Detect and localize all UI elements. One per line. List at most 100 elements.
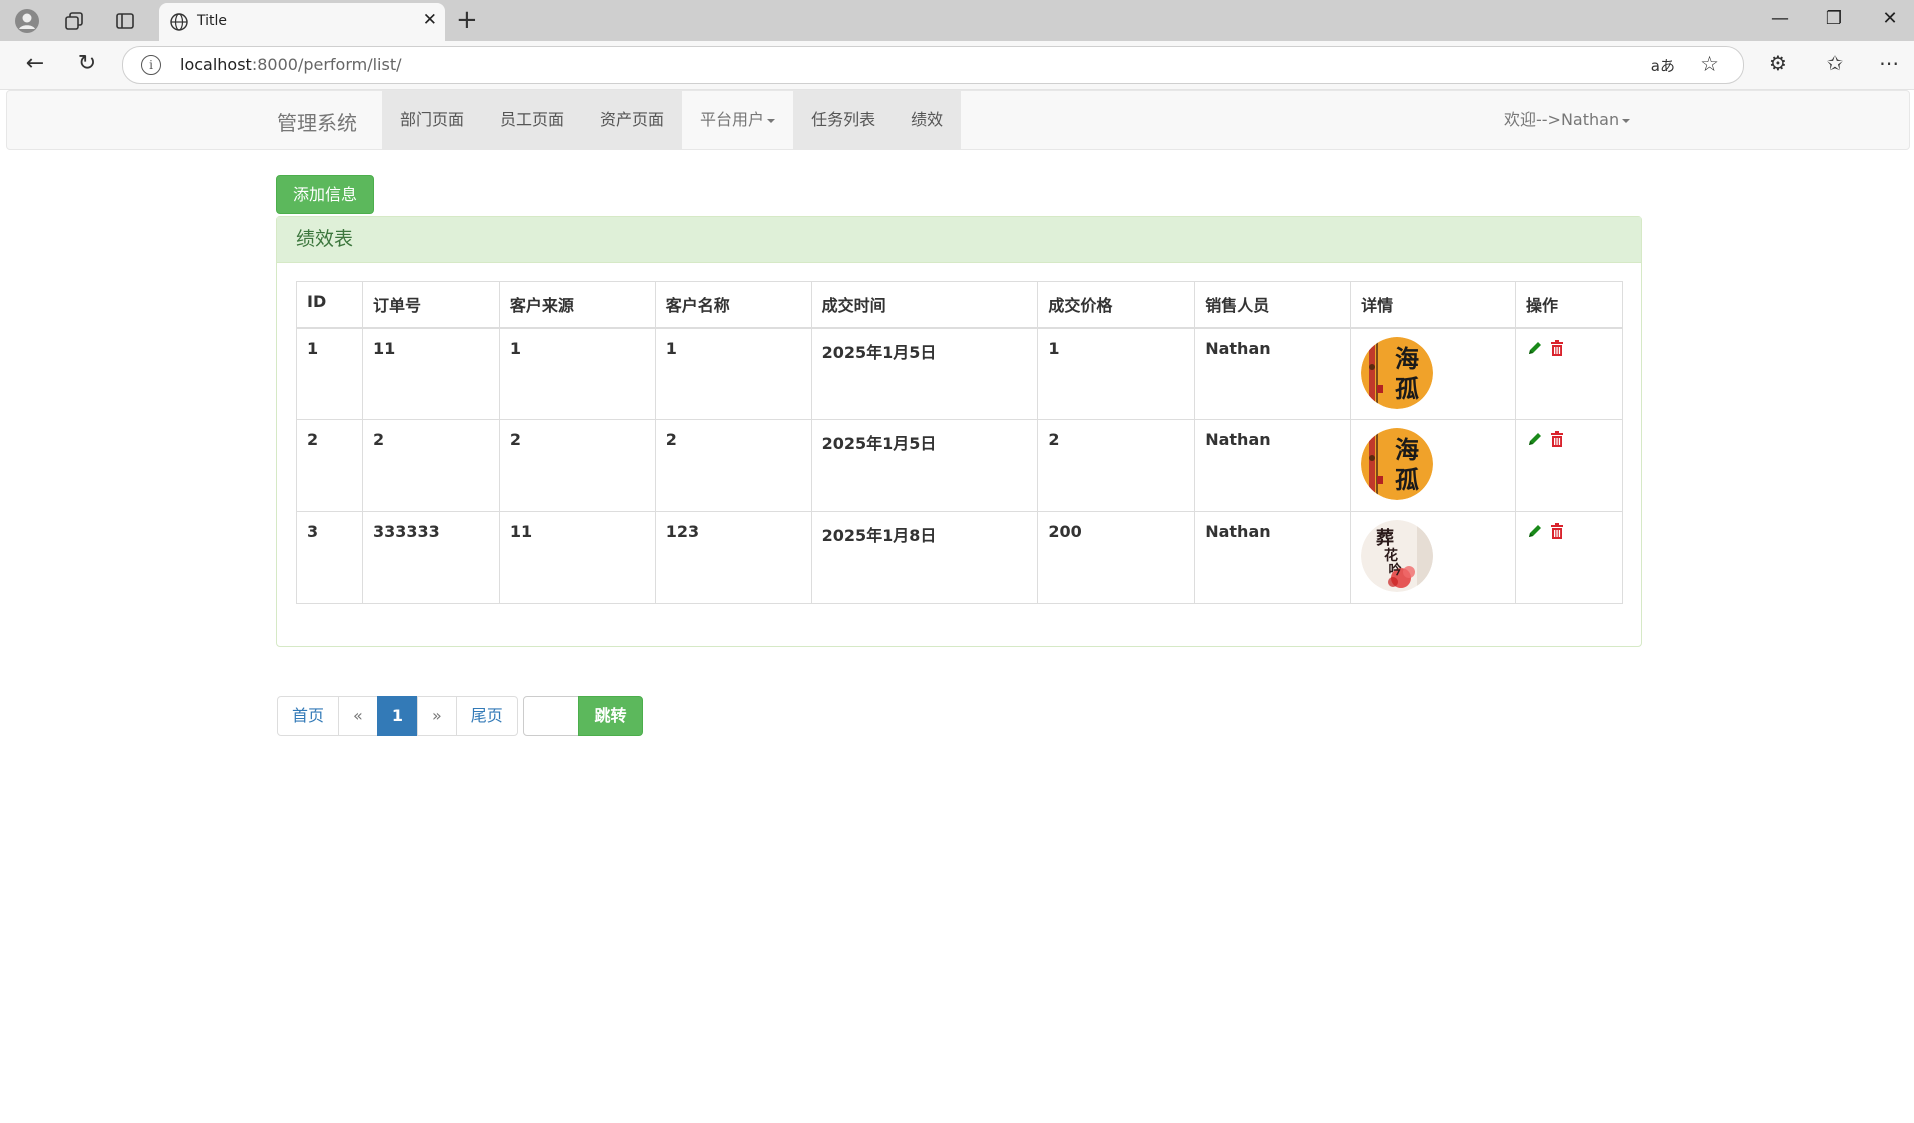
table-row: 2 2 2 2 2025年1月5日 2 Nathan 海 孤 xyxy=(296,419,1623,512)
collections-icon[interactable] xyxy=(59,6,89,36)
avatar-text: 孤 xyxy=(1395,374,1419,403)
cell-detail: 海 孤 xyxy=(1350,419,1516,512)
cell-deal-time: 2025年1月5日 xyxy=(810,327,1039,420)
performance-panel: 绩效表 ID 订单号 客户来源 客户名称 成交时间 成交价格 销售人员 详情 操… xyxy=(276,216,1642,647)
refresh-icon[interactable]: ↻ xyxy=(72,51,102,76)
cell-order-no: 333333 xyxy=(361,511,500,604)
back-icon[interactable]: ← xyxy=(20,51,50,76)
globe-icon xyxy=(170,13,188,31)
page-prev-link[interactable]: « xyxy=(338,696,378,736)
avatar-text: 孤 xyxy=(1395,465,1419,494)
table-header-row: ID 订单号 客户来源 客户名称 成交时间 成交价格 销售人员 详情 操作 xyxy=(296,281,1623,329)
nav-item-employees[interactable]: 员工页面 xyxy=(482,91,583,149)
cell-source: 2 xyxy=(498,419,656,512)
app-navbar: 管理系统 部门页面 员工页面 资产页面 平台用户 任务列表 绩效 欢迎-->Na… xyxy=(6,90,1910,150)
edit-pencil-icon[interactable] xyxy=(1526,522,1544,540)
cell-price: 200 xyxy=(1037,511,1196,604)
cell-id: 2 xyxy=(296,419,363,512)
caret-down-icon xyxy=(767,118,776,123)
cell-source: 11 xyxy=(498,511,656,604)
url-path: :8000/perform/list/ xyxy=(251,55,402,74)
minimize-icon[interactable]: — xyxy=(1760,8,1800,29)
add-info-button[interactable]: 添加信息 xyxy=(276,175,374,214)
cell-actions xyxy=(1515,327,1623,420)
page-current[interactable]: 1 xyxy=(376,696,418,736)
welcome-text: 欢迎-->Nathan xyxy=(1504,110,1620,129)
new-tab-icon[interactable]: + xyxy=(456,5,478,35)
page-next-link[interactable]: » xyxy=(416,696,457,736)
cell-sales: Nathan xyxy=(1194,419,1352,512)
site-info-icon[interactable]: i xyxy=(141,55,161,75)
nav-item-performance[interactable]: 绩效 xyxy=(893,91,962,149)
cell-customer: 123 xyxy=(654,511,812,604)
cell-sales: Nathan xyxy=(1194,327,1352,420)
column-header: ID xyxy=(296,281,363,329)
page-first-link[interactable]: 首页 xyxy=(277,696,340,736)
nav-item-platform-users[interactable]: 平台用户 xyxy=(682,91,794,149)
restore-icon[interactable]: ❐ xyxy=(1814,8,1854,29)
avatar[interactable]: 海 孤 xyxy=(1361,336,1434,409)
avatar[interactable]: 葬 花 吟 xyxy=(1361,520,1434,592)
cell-customer: 2 xyxy=(654,419,812,512)
read-aloud-icon[interactable]: aあ xyxy=(1651,55,1675,76)
column-header: 操作 xyxy=(1515,281,1623,329)
cell-customer: 1 xyxy=(654,327,812,420)
cell-id: 3 xyxy=(296,511,363,604)
avatar[interactable]: 海 孤 xyxy=(1361,428,1434,500)
extensions-icon[interactable]: ⚙ xyxy=(1763,51,1793,75)
caret-down-icon xyxy=(1622,118,1631,123)
avatar-text: 葬 xyxy=(1376,528,1394,549)
url-host: localhost xyxy=(180,55,252,74)
url-field[interactable]: i localhost:8000/perform/list/ aあ ☆ xyxy=(122,46,1744,84)
pagination: 首页 « 1 » 尾页 xyxy=(277,696,518,736)
cell-actions xyxy=(1515,511,1623,604)
cell-price: 1 xyxy=(1037,327,1196,420)
tab-actions-icon[interactable] xyxy=(110,6,140,36)
cell-deal-time: 2025年1月8日 xyxy=(810,511,1039,604)
browser-tab[interactable]: Title ✕ xyxy=(159,3,445,41)
delete-trash-icon[interactable] xyxy=(1548,522,1566,540)
more-menu-icon[interactable]: ⋯ xyxy=(1874,51,1904,75)
panel-title: 绩效表 xyxy=(277,217,1641,263)
page-last-link[interactable]: 尾页 xyxy=(455,696,518,736)
page-jump-button[interactable]: 跳转 xyxy=(578,696,643,736)
browser-tab-bar: Title ✕ + — ❐ ✕ xyxy=(0,0,1914,41)
close-tab-icon[interactable]: ✕ xyxy=(423,10,437,30)
edit-pencil-icon[interactable] xyxy=(1526,339,1544,357)
delete-trash-icon[interactable] xyxy=(1548,339,1566,357)
nav-item-platform-users-label: 平台用户 xyxy=(700,110,765,129)
close-window-icon[interactable]: ✕ xyxy=(1870,8,1910,29)
tab-title: Title xyxy=(197,13,228,29)
column-header: 成交价格 xyxy=(1037,281,1196,329)
column-header: 客户来源 xyxy=(498,281,656,329)
delete-trash-icon[interactable] xyxy=(1548,430,1566,448)
page-jump-input[interactable] xyxy=(523,696,579,736)
cell-order-no: 11 xyxy=(361,327,500,420)
user-menu[interactable]: 欢迎-->Nathan xyxy=(1504,91,1631,149)
avatar-text: 花 xyxy=(1384,547,1398,564)
nav-item-departments[interactable]: 部门页面 xyxy=(382,91,483,149)
profile-icon[interactable] xyxy=(12,6,42,36)
avatar-text: 海 xyxy=(1395,344,1419,373)
address-bar-row: ← ↻ i localhost:8000/perform/list/ aあ ☆ … xyxy=(0,41,1914,90)
cell-detail: 葬 花 吟 xyxy=(1350,511,1516,604)
nav-item-assets[interactable]: 资产页面 xyxy=(582,91,683,149)
column-header: 成交时间 xyxy=(810,281,1039,329)
table-row: 1 11 1 1 2025年1月5日 1 Nathan 海 孤 xyxy=(296,327,1623,420)
column-header: 详情 xyxy=(1350,281,1516,329)
cell-actions xyxy=(1515,419,1623,512)
nav-item-tasks[interactable]: 任务列表 xyxy=(793,91,894,149)
cell-source: 1 xyxy=(498,327,656,420)
performance-table: ID 订单号 客户来源 客户名称 成交时间 成交价格 销售人员 详情 操作 1 … xyxy=(296,281,1623,604)
nav-menu: 部门页面 员工页面 资产页面 平台用户 任务列表 绩效 xyxy=(382,91,962,149)
cell-price: 2 xyxy=(1037,419,1196,512)
cell-order-no: 2 xyxy=(361,419,500,512)
table-row: 3 333333 11 123 2025年1月8日 200 Nathan 葬 花… xyxy=(296,511,1623,604)
cell-deal-time: 2025年1月5日 xyxy=(810,419,1039,512)
brand-title[interactable]: 管理系统 xyxy=(277,107,357,136)
favorite-star-icon[interactable]: ☆ xyxy=(1700,52,1719,76)
edit-pencil-icon[interactable] xyxy=(1526,430,1544,448)
favorites-icon[interactable]: ✩ xyxy=(1820,51,1850,75)
cell-sales: Nathan xyxy=(1194,511,1352,604)
column-header: 客户名称 xyxy=(654,281,812,329)
